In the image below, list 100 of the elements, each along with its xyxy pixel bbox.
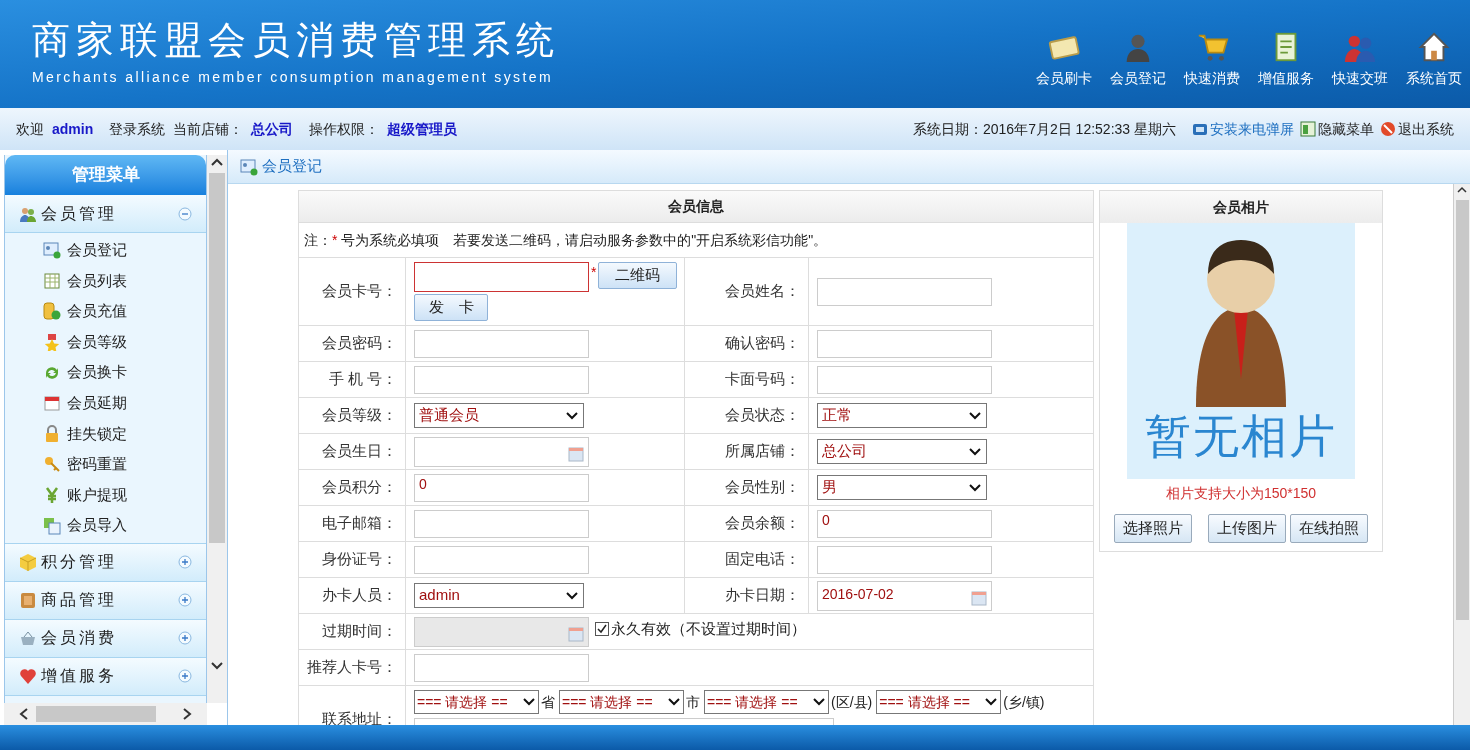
- header-link[interactable]: 退出系统: [1380, 118, 1454, 140]
- field-label: 所属店铺：: [725, 441, 800, 462]
- chevron-down-icon: [667, 697, 681, 707]
- menu-item[interactable]: 挂失锁定: [5, 418, 206, 450]
- nav-button[interactable]: 快速交班: [1328, 29, 1392, 89]
- checkbox[interactable]: [595, 622, 609, 637]
- text-field[interactable]: [817, 365, 992, 394]
- menu-item[interactable]: 会员等级: [5, 326, 206, 358]
- no-entry-icon: [1380, 121, 1396, 137]
- menu-group[interactable]: 增值服务: [5, 657, 206, 696]
- info-value: 超级管理员: [387, 119, 458, 139]
- region-select[interactable]: === 请选择 ==: [704, 690, 829, 714]
- select-field[interactable]: admin: [414, 583, 584, 608]
- nav-button[interactable]: 会员刷卡: [1032, 29, 1096, 89]
- field-label: 会员姓名：: [725, 281, 800, 302]
- text-field[interactable]: [817, 277, 992, 306]
- collapse-icon[interactable]: [178, 206, 192, 221]
- text-field[interactable]: [414, 545, 589, 574]
- text-field[interactable]: [414, 365, 589, 394]
- info-label: 当前店铺：: [173, 119, 244, 139]
- nav-button[interactable]: 快速消费: [1180, 29, 1244, 89]
- menu-group[interactable]: 会员消费: [5, 619, 206, 658]
- menu-item[interactable]: 会员登记: [5, 235, 206, 266]
- field-label: 会员积分：: [322, 477, 397, 498]
- chevron-down-icon: [522, 697, 536, 707]
- header-link[interactable]: 隐藏菜单: [1300, 118, 1374, 140]
- qr-code-button[interactable]: 二维码: [598, 262, 678, 289]
- field-label: 会员状态：: [725, 405, 800, 426]
- scrollbar[interactable]: [1453, 184, 1470, 725]
- text-field[interactable]: [817, 545, 992, 574]
- chevron-down-icon: [968, 410, 982, 421]
- photo-button[interactable]: 选择照片: [1114, 514, 1192, 543]
- select-field[interactable]: 总公司: [817, 439, 987, 464]
- menu-group-label: 会员管理: [41, 203, 118, 224]
- field-label: 会员等级：: [322, 405, 397, 426]
- chevron-left-icon[interactable]: [18, 707, 30, 721]
- text-field[interactable]: [414, 509, 589, 538]
- calendar-icon[interactable]: [971, 589, 987, 606]
- chevron-right-icon[interactable]: [181, 707, 193, 721]
- menu-item[interactable]: 密码重置: [5, 449, 206, 480]
- text-field[interactable]: [414, 329, 589, 358]
- id-card-icon: [43, 241, 61, 260]
- region-select[interactable]: === 请选择 ==: [876, 690, 1002, 714]
- nav-button[interactable]: 会员登记: [1106, 29, 1170, 89]
- nav-button[interactable]: 增值服务: [1254, 29, 1318, 89]
- scrollbar[interactable]: [207, 155, 227, 703]
- info-value: admin: [52, 119, 94, 139]
- photo-title: 会员相片: [1100, 191, 1382, 223]
- date-field[interactable]: 2016-07-02: [817, 580, 992, 611]
- system-date: 系统日期：2016年7月2日 12:52:33 星期六: [913, 119, 1176, 139]
- text-field[interactable]: 0: [817, 509, 992, 538]
- info-value: 总公司: [251, 119, 294, 139]
- field-label: 手 机 号：: [328, 369, 397, 390]
- menu-group-label: 商品管理: [41, 590, 118, 611]
- app-subtitle: Merchants alliance member consumption management system: [32, 67, 555, 87]
- expand-icon[interactable]: [178, 555, 192, 570]
- region-unit: (乡/镇): [1003, 692, 1045, 712]
- menu-item[interactable]: 会员导入: [5, 510, 206, 541]
- date-field[interactable]: [414, 436, 589, 467]
- field-label: 会员密码：: [322, 333, 397, 354]
- region-select[interactable]: === 请选择 ==: [414, 690, 539, 714]
- menu-group[interactable]: 会员管理: [5, 195, 206, 233]
- photo-button[interactable]: 在线拍照: [1290, 514, 1368, 543]
- required-mark: *: [591, 263, 597, 282]
- menu-item[interactable]: 账户提现: [5, 479, 206, 511]
- menu-item[interactable]: 会员延期: [5, 387, 206, 419]
- expand-icon[interactable]: [178, 631, 192, 646]
- header-link[interactable]: 安装来电弹屏: [1192, 118, 1294, 140]
- menu-item[interactable]: 会员充值: [5, 296, 206, 327]
- calendar-icon: [43, 394, 61, 413]
- select-field[interactable]: 正常: [817, 403, 987, 428]
- region-select[interactable]: === 请选择 ==: [559, 690, 684, 714]
- heart-icon: [19, 667, 37, 686]
- field-label: 会员余额：: [725, 513, 800, 534]
- nav-button[interactable]: 系统首页: [1402, 29, 1466, 89]
- region-unit: 省: [541, 692, 555, 712]
- photo-size-hint: 相片支持大小为150*150: [1165, 484, 1317, 503]
- select-field[interactable]: 男: [817, 475, 987, 500]
- menu-group[interactable]: 积分管理: [5, 543, 206, 582]
- checkbox-label: 永久有效（不设置过期时间）: [611, 619, 806, 639]
- horizontal-scrollbar[interactable]: [4, 703, 207, 725]
- card-number-field[interactable]: [414, 262, 589, 292]
- menu-group[interactable]: 商品管理: [5, 581, 206, 620]
- text-field[interactable]: [817, 329, 992, 358]
- select-field[interactable]: 普通会员: [414, 403, 584, 428]
- no-photo-text: 暂无相片: [1145, 413, 1337, 459]
- text-field[interactable]: [414, 653, 589, 682]
- menu-item[interactable]: 会员换卡: [5, 357, 206, 388]
- breadcrumb-label: 会员登记: [262, 156, 322, 177]
- menu-item[interactable]: 会员列表: [5, 265, 206, 297]
- text-field[interactable]: 0: [414, 473, 589, 502]
- photo-button[interactable]: 上传图片: [1208, 514, 1286, 543]
- expand-icon[interactable]: [178, 669, 192, 684]
- menu-title: 管理菜单: [5, 155, 206, 195]
- calendar-icon[interactable]: [568, 445, 584, 462]
- issue-card-button[interactable]: 发 卡: [414, 294, 488, 321]
- field-label: 过期时间：: [322, 621, 397, 642]
- expand-icon[interactable]: [178, 593, 192, 608]
- menu-group-label: 增值服务: [41, 666, 118, 687]
- lock-icon: [43, 424, 61, 443]
